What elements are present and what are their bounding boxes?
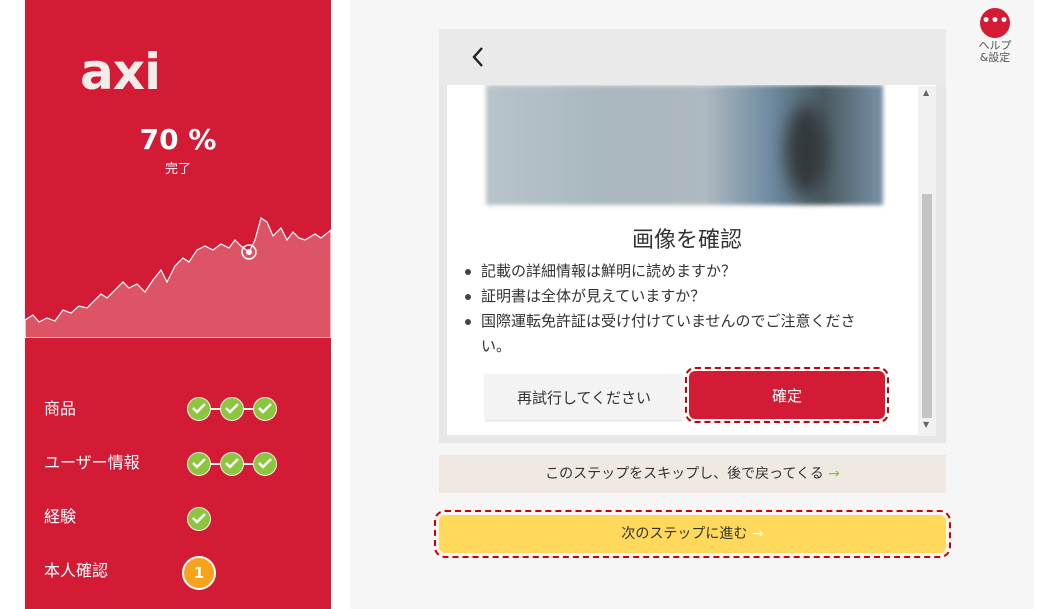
- checklist-item: 国際運転免許証は受け付けていませんのでご注意ください。: [465, 309, 875, 359]
- back-arrow-icon[interactable]: [467, 45, 491, 69]
- skip-step-label: このステップをスキップし、後で戻ってくる: [545, 466, 824, 482]
- arrow-right-icon: →: [751, 526, 764, 542]
- check-icon: [220, 452, 244, 476]
- check-icon: [187, 507, 211, 531]
- scroll-thumb[interactable]: [922, 194, 932, 418]
- modal-header: [439, 29, 946, 85]
- progress-percent: 70 %: [139, 123, 217, 156]
- step-experience: 経験: [44, 507, 77, 526]
- help-label-2: &設定: [979, 51, 1011, 64]
- step-products: 商品: [44, 399, 77, 418]
- check-icon: [187, 452, 211, 476]
- modal-scrollbar[interactable]: ▲ ▼: [918, 86, 936, 436]
- verify-image-modal: 画像を確認 記載の詳細情報は鮮明に読めますか？ 証明書は全体が見えていますか？ …: [439, 29, 946, 443]
- sidebar: axi 70 % 完了 商品 ユーザー情報 経験 本人確認 1: [25, 0, 331, 609]
- decorative-chart: [25, 217, 331, 338]
- help-settings[interactable]: ••• ヘルプ &設定: [978, 8, 1012, 64]
- check-icon: [220, 397, 244, 421]
- arrow-right-icon: →: [828, 466, 840, 482]
- next-step-button[interactable]: 次のステップに進む →: [434, 510, 951, 558]
- retry-button[interactable]: 再試行してください: [485, 374, 683, 420]
- check-icon: [253, 397, 277, 421]
- chart-area: [25, 217, 331, 338]
- checklist: 記載の詳細情報は鮮明に読めますか？ 証明書は全体が見えていますか？ 国際運転免許…: [465, 259, 875, 359]
- checklist-item: 証明書は全体が見えていますか？: [465, 284, 875, 309]
- axi-logo: axi: [80, 43, 161, 101]
- step-identity-badge: 1: [182, 556, 216, 590]
- confirm-button[interactable]: 確定: [685, 367, 889, 423]
- check-icon: [253, 452, 277, 476]
- modal-body: 画像を確認 記載の詳細情報は鮮明に読めますか？ 証明書は全体が見えていますか？ …: [447, 85, 936, 435]
- step-user-info: ユーザー情報: [44, 453, 140, 472]
- uploaded-id-image: [486, 85, 883, 205]
- more-icon[interactable]: •••: [980, 8, 1010, 38]
- modal-title: 画像を確認: [631, 228, 742, 253]
- checklist-item: 記載の詳細情報は鮮明に読めますか？: [465, 259, 875, 284]
- scroll-up-icon[interactable]: ▲: [923, 88, 929, 97]
- scroll-down-icon[interactable]: ▼: [923, 420, 929, 429]
- step-identity: 本人確認: [44, 561, 109, 580]
- skip-step-button[interactable]: このステップをスキップし、後で戻ってくる →: [439, 455, 946, 493]
- check-icon: [187, 397, 211, 421]
- progress-label: 完了: [164, 162, 191, 177]
- next-step-label: 次のステップに進む: [621, 526, 748, 542]
